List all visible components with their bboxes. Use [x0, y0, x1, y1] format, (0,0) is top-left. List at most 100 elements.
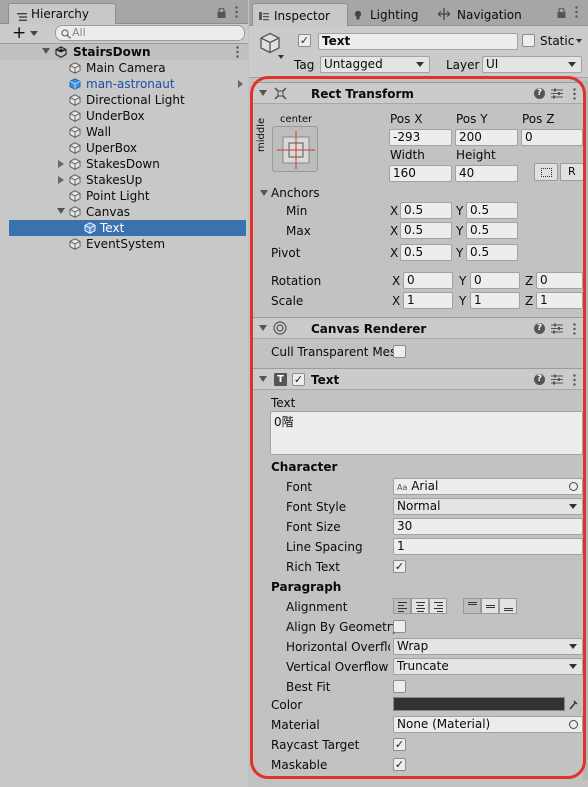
raw-edit-button[interactable]: R [560, 163, 584, 181]
rotation-y-field[interactable]: 0 [470, 272, 520, 289]
rotation-z-field[interactable]: 0 [536, 272, 583, 289]
color-swatch[interactable] [393, 697, 565, 711]
width-field[interactable]: 160 [389, 165, 452, 182]
font-style-dropdown[interactable]: Normal [393, 498, 583, 515]
tag-dropdown[interactable]: Untagged [320, 56, 430, 73]
anchors-foldout-icon[interactable] [260, 190, 268, 196]
active-checkbox[interactable]: ✓ [298, 34, 311, 47]
hierarchy-tab[interactable]: Hierarchy [8, 3, 116, 25]
search-input[interactable]: All [72, 25, 86, 41]
lock-icon[interactable] [557, 7, 566, 18]
hierarchy-item-underbox[interactable]: UnderBox [0, 108, 248, 124]
scene-menu-icon[interactable] [236, 46, 239, 58]
anchor-presets-button[interactable] [272, 126, 318, 172]
anchor-min-x-field[interactable]: 0.5 [400, 202, 452, 219]
rotation-x-field[interactable]: 0 [403, 272, 453, 289]
help-icon[interactable]: ? [534, 88, 545, 99]
hierarchy-item-canvas[interactable]: Canvas [0, 204, 248, 220]
kebab-menu-icon[interactable] [575, 6, 578, 18]
pos-x-field[interactable]: -293 [389, 129, 452, 146]
lock-icon[interactable] [217, 7, 226, 18]
foldout-open-icon[interactable] [42, 48, 50, 54]
vertical-overflow-dropdown[interactable]: Truncate [393, 658, 583, 675]
anchor-max-y-field[interactable]: 0.5 [466, 222, 518, 239]
raycast-target-checkbox[interactable]: ✓ [393, 738, 406, 751]
align-left-button[interactable] [393, 598, 411, 614]
static-checkbox[interactable] [522, 34, 535, 47]
font-object-field[interactable]: Aa Arial [393, 478, 583, 495]
anchor-min-y-field[interactable]: 0.5 [466, 202, 518, 219]
align-bottom-button[interactable] [499, 598, 517, 614]
align-by-geometry-checkbox[interactable] [393, 620, 406, 633]
hierarchy-item-main-camera[interactable]: Main Camera [0, 60, 248, 76]
foldout-closed-icon[interactable] [58, 160, 64, 168]
foldout-open-icon[interactable] [259, 376, 267, 382]
hierarchy-item-wall[interactable]: Wall [0, 124, 248, 140]
hierarchy-item-stakesup[interactable]: StakesUp [0, 172, 248, 188]
cull-transparent-checkbox[interactable] [393, 345, 406, 358]
inspector-scrollbar-track[interactable] [583, 80, 588, 780]
pivot-y-field[interactable]: 0.5 [466, 244, 518, 261]
pos-y-field[interactable]: 200 [455, 129, 518, 146]
align-center-button[interactable] [411, 598, 429, 614]
text-enabled-checkbox[interactable]: ✓ [292, 373, 305, 386]
object-picker-icon[interactable] [569, 482, 578, 491]
rich-text-checkbox[interactable]: ✓ [393, 560, 406, 573]
presets-icon[interactable] [551, 374, 563, 385]
foldout-open-icon[interactable] [259, 90, 267, 96]
layer-dropdown[interactable]: UI [482, 56, 582, 73]
help-icon[interactable]: ? [534, 323, 545, 334]
maskable-checkbox[interactable]: ✓ [393, 758, 406, 771]
horizontal-overflow-dropdown[interactable]: Wrap [393, 638, 583, 655]
help-icon[interactable]: ? [534, 374, 545, 385]
text-component-header[interactable]: T ✓ Text ? [252, 368, 588, 390]
chevron-down-icon[interactable] [278, 55, 284, 59]
align-right-button[interactable] [429, 598, 447, 614]
hierarchy-item-point-light[interactable]: Point Light [0, 188, 248, 204]
scale-z-field[interactable]: 1 [536, 292, 583, 309]
chevron-down-icon[interactable] [576, 39, 582, 43]
hierarchy-item-directional-light[interactable]: Directional Light [0, 92, 248, 108]
line-spacing-field[interactable]: 1 [393, 538, 583, 555]
chevron-right-icon[interactable] [238, 80, 243, 88]
align-middle-button[interactable] [481, 598, 499, 614]
component-menu-icon[interactable] [573, 323, 576, 335]
foldout-open-icon[interactable] [259, 325, 267, 331]
presets-icon[interactable] [551, 88, 563, 99]
foldout-closed-icon[interactable] [58, 176, 64, 184]
kebab-menu-icon[interactable] [235, 6, 238, 18]
blueprint-mode-button[interactable] [534, 163, 558, 181]
hierarchy-item-eventsystem[interactable]: EventSystem [0, 236, 248, 252]
hierarchy-item-stakesdown[interactable]: StakesDown [0, 156, 248, 172]
component-menu-icon[interactable] [573, 88, 576, 100]
rect-transform-header[interactable]: Rect Transform ? [252, 82, 588, 104]
pivot-x-field[interactable]: 0.5 [400, 244, 452, 261]
best-fit-checkbox[interactable] [393, 680, 406, 693]
tab-lighting[interactable]: Lighting [353, 3, 433, 26]
add-button[interactable]: + [12, 24, 26, 42]
canvas-renderer-header[interactable]: Canvas Renderer ? [252, 317, 588, 339]
tab-inspector[interactable]: Inspector [252, 3, 348, 27]
anchor-max-x-field[interactable]: 0.5 [400, 222, 452, 239]
material-object-field[interactable]: None (Material) [393, 716, 583, 733]
eyedropper-icon[interactable] [569, 698, 579, 710]
font-size-field[interactable]: 30 [393, 518, 583, 535]
chevron-down-icon[interactable] [30, 31, 38, 36]
object-name-field[interactable]: Text [318, 33, 518, 50]
gameobject-large-icon[interactable] [259, 32, 281, 54]
scene-row[interactable]: StairsDown [0, 44, 248, 60]
hierarchy-search[interactable]: All [55, 25, 245, 41]
hierarchy-item-uperbox[interactable]: UperBox [0, 140, 248, 156]
text-area[interactable]: 0階 [270, 411, 583, 455]
align-top-button[interactable] [463, 598, 481, 614]
height-field[interactable]: 40 [455, 165, 518, 182]
presets-icon[interactable] [551, 323, 563, 334]
scale-x-field[interactable]: 1 [403, 292, 453, 309]
component-menu-icon[interactable] [573, 374, 576, 386]
hierarchy-item-text[interactable]: Text [9, 220, 246, 236]
pos-z-field[interactable]: 0 [521, 129, 583, 146]
scale-y-field[interactable]: 1 [470, 292, 520, 309]
hierarchy-item-man-astronaut[interactable]: man-astronaut [0, 76, 248, 92]
foldout-open-icon[interactable] [57, 208, 65, 214]
object-picker-icon[interactable] [569, 720, 578, 729]
